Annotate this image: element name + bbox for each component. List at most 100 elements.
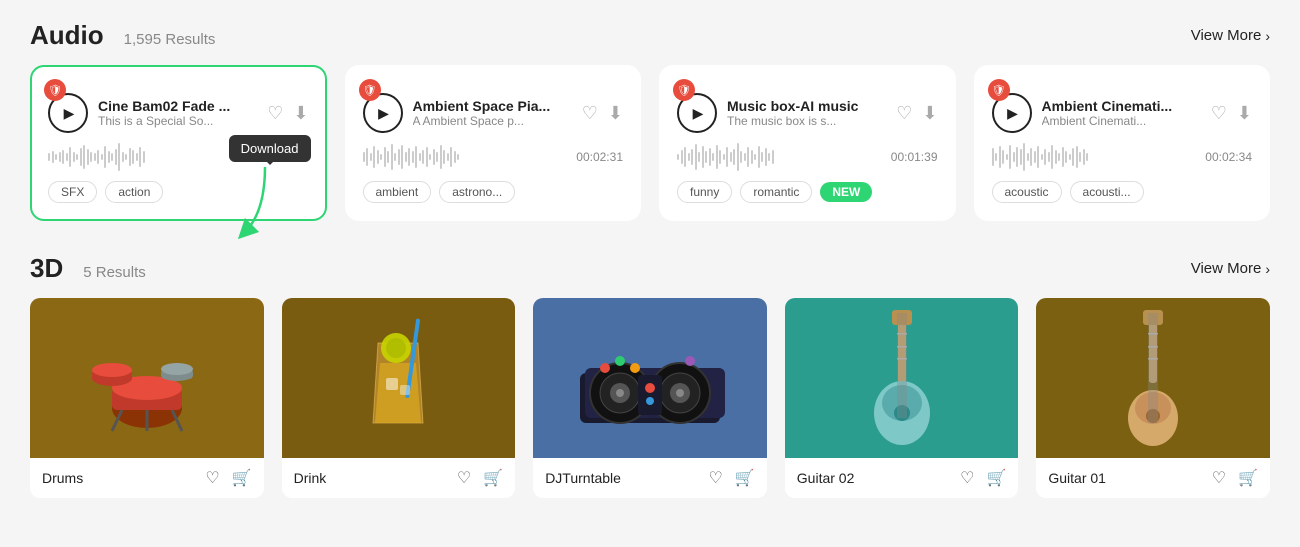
threed-card-drink[interactable]: Drink ♡ 🛒 — [282, 298, 516, 498]
audio-tags-2: ambient astrono... — [363, 181, 624, 203]
wbar — [684, 147, 686, 167]
audio-subtitle-1: This is a Special So... — [98, 114, 257, 128]
heart-icon-turntable[interactable]: ♡ — [709, 468, 723, 488]
wbar — [751, 150, 753, 164]
wbar — [370, 153, 372, 161]
wbar — [143, 151, 145, 163]
wbar — [76, 154, 78, 160]
tag-sfx[interactable]: SFX — [48, 181, 97, 203]
heart-icon-3[interactable]: ♡ — [896, 103, 912, 124]
tag-acoustic[interactable]: acoustic — [992, 181, 1062, 203]
wbar — [443, 150, 445, 164]
tag-ambient[interactable]: ambient — [363, 181, 432, 203]
threed-footer-guitar1: Guitar 01 ♡ 🛒 — [1036, 458, 1270, 498]
tag-new[interactable]: NEW — [820, 182, 872, 202]
tag-action[interactable]: action — [105, 181, 163, 203]
wbar — [1016, 147, 1018, 167]
drums-illustration — [82, 323, 212, 433]
threed-image-turntable — [533, 298, 767, 458]
audio-view-more[interactable]: View More › — [1191, 27, 1270, 44]
play-icon-3: ▶ — [693, 105, 704, 122]
audio-info-3: Music box-AI music The music box is s... — [727, 98, 886, 128]
threed-card-guitar2[interactable]: Guitar 02 ♡ 🛒 — [785, 298, 1019, 498]
wbar — [104, 146, 106, 168]
cart-icon-turntable[interactable]: 🛒 — [735, 468, 755, 488]
duration-4: 00:02:34 — [1205, 150, 1252, 164]
threed-name-guitar2: Guitar 02 — [797, 470, 855, 486]
wbar — [733, 149, 735, 165]
wbar — [419, 153, 421, 161]
heart-icon-4[interactable]: ♡ — [1211, 103, 1227, 124]
cart-icon-guitar2[interactable]: 🛒 — [986, 468, 1006, 488]
audio-card-3-header: ▶ Music box-AI music The music box is s.… — [677, 83, 938, 133]
wbar — [412, 151, 414, 163]
tag-acousti[interactable]: acousti... — [1070, 181, 1144, 203]
wbar — [440, 145, 442, 169]
threed-section: 3D 5 Results View More › — [30, 253, 1270, 498]
audio-title-3: Music box-AI music — [727, 98, 886, 114]
download-icon-4[interactable]: ⬇ — [1237, 103, 1252, 124]
wbar — [677, 154, 679, 160]
tag-romantic[interactable]: romantic — [740, 181, 812, 203]
heart-icon-drums[interactable]: ♡ — [205, 468, 219, 488]
wbar — [115, 149, 117, 165]
wbar — [405, 152, 407, 162]
wbar — [366, 148, 368, 166]
wbar — [1072, 148, 1074, 166]
threed-card-turntable[interactable]: DJTurntable ♡ 🛒 — [533, 298, 767, 498]
heart-icon-guitar2[interactable]: ♡ — [960, 468, 974, 488]
threed-actions-turntable: ♡ 🛒 — [709, 468, 755, 488]
cart-icon-drink[interactable]: 🛒 — [483, 468, 503, 488]
wbar — [1013, 152, 1015, 162]
wbar — [429, 154, 431, 160]
threed-card-guitar1[interactable]: Guitar 01 ♡ 🛒 — [1036, 298, 1270, 498]
threed-name-guitar1: Guitar 01 — [1048, 470, 1106, 486]
audio-title: Audio — [30, 20, 104, 51]
threed-view-more[interactable]: View More › — [1191, 260, 1270, 277]
wbar — [1062, 147, 1064, 167]
threed-image-guitar1 — [1036, 298, 1270, 458]
download-icon-3[interactable]: ⬇ — [922, 103, 937, 124]
threed-card-drums[interactable]: Drums ♡ 🛒 — [30, 298, 264, 498]
threed-actions-guitar2: ♡ 🛒 — [960, 468, 1006, 488]
wbar — [702, 146, 704, 168]
wbar — [1020, 149, 1022, 165]
audio-info-1: Cine Bam02 Fade ... This is a Special So… — [98, 98, 257, 128]
download-icon-1[interactable]: ⬇ — [293, 103, 308, 124]
wbar — [62, 150, 64, 164]
audio-tags-3: funny romantic NEW — [677, 181, 938, 203]
tag-funny[interactable]: funny — [677, 181, 732, 203]
download-icon-2[interactable]: ⬇ — [608, 103, 623, 124]
wbar — [450, 147, 452, 167]
heart-icon-1[interactable]: ♡ — [267, 103, 283, 124]
wbar — [999, 146, 1001, 168]
wbar — [768, 153, 770, 161]
threed-footer-drink: Drink ♡ 🛒 — [282, 458, 516, 498]
threed-footer-turntable: DJTurntable ♡ 🛒 — [533, 458, 767, 498]
audio-card-2: 🛡 ▶ Ambient Space Pia... A Ambient Space… — [345, 65, 642, 221]
wbar — [55, 154, 57, 160]
audio-subtitle-3: The music box is s... — [727, 114, 886, 128]
play-icon-2: ▶ — [378, 105, 389, 122]
heart-icon-drink[interactable]: ♡ — [457, 468, 471, 488]
tag-astrono[interactable]: astrono... — [439, 181, 515, 203]
wbar — [457, 154, 459, 160]
wbar — [433, 149, 435, 165]
wbar — [1041, 154, 1043, 160]
duration-3: 00:01:39 — [891, 150, 938, 164]
heart-icon-2[interactable]: ♡ — [582, 103, 598, 124]
audio-card-1: 🛡 Download ▶ — [30, 65, 327, 221]
play-icon-1: ▶ — [64, 105, 75, 122]
threed-count: 5 Results — [83, 264, 146, 281]
cart-icon-guitar1[interactable]: 🛒 — [1238, 468, 1258, 488]
threed-name-drums: Drums — [42, 470, 83, 486]
cart-icon-drums[interactable]: 🛒 — [232, 468, 252, 488]
wbar — [1083, 149, 1085, 165]
audio-actions-1: ♡ ⬇ — [267, 103, 308, 124]
wbar — [705, 151, 707, 163]
wbar — [716, 145, 718, 169]
audio-actions-2: ♡ ⬇ — [582, 103, 623, 124]
wbar — [681, 150, 683, 164]
heart-icon-guitar1[interactable]: ♡ — [1212, 468, 1226, 488]
wbar — [1006, 154, 1008, 160]
